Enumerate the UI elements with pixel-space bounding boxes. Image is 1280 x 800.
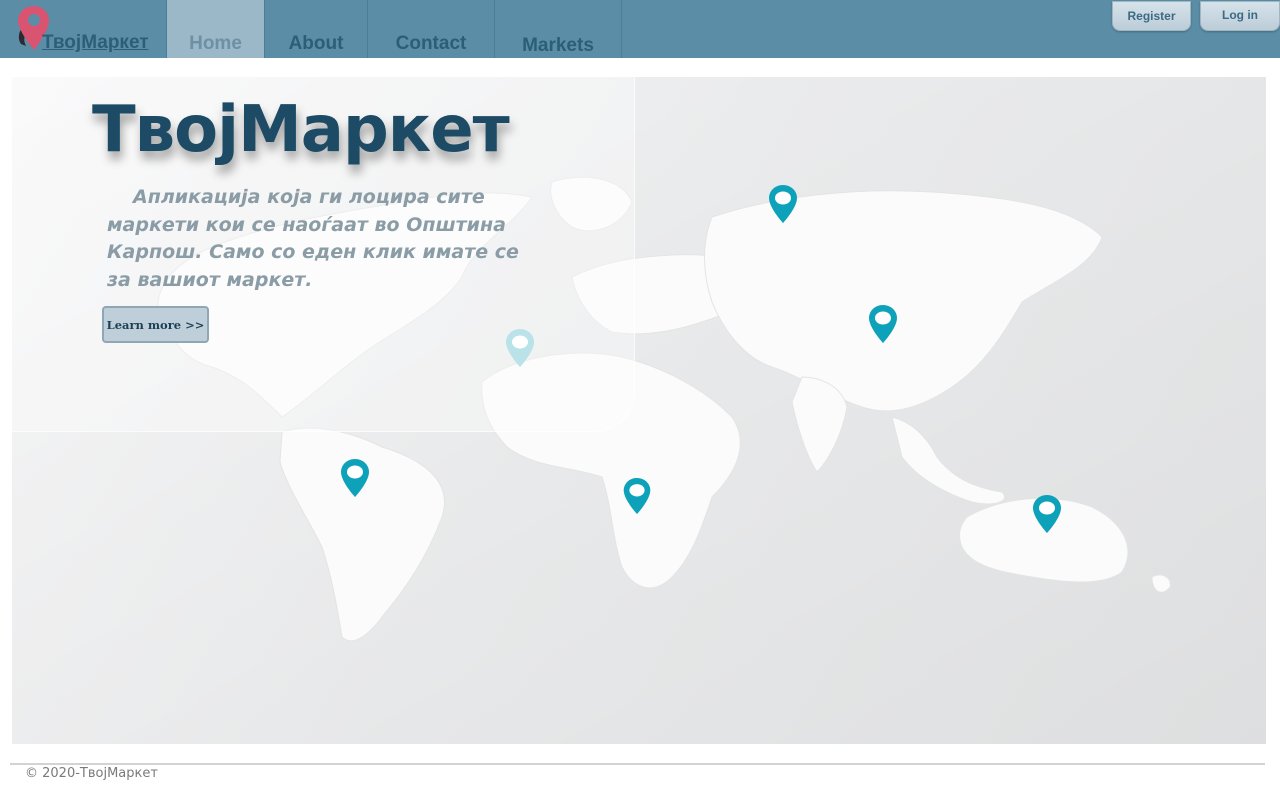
- brand-link[interactable]: ТвојМаркет: [0, 0, 166, 58]
- map-pin-icon[interactable]: [768, 184, 798, 224]
- nav-contact[interactable]: Contact: [368, 0, 495, 58]
- map-pin-icon[interactable]: [868, 304, 898, 344]
- top-navbar: ТвојМаркет Home About Contact Markets Re…: [0, 0, 1280, 58]
- nav-home[interactable]: Home: [166, 0, 265, 58]
- map-pin-icon[interactable]: [505, 328, 535, 368]
- nav-contact-label: Contact: [395, 33, 467, 54]
- nav-markets-label: Markets: [522, 35, 594, 56]
- nav-markets[interactable]: Markets: [495, 0, 622, 58]
- brand-name: ТвојМаркет: [42, 32, 149, 53]
- hero-title: ТвојМаркет: [92, 93, 510, 167]
- footer-divider: [10, 763, 1265, 765]
- hero-section: ТвојМаркет Апликација која ги лоцира сит…: [12, 77, 1266, 744]
- nav-home-label: Home: [189, 33, 242, 54]
- footer-copyright: © 2020-ТвојМаркет: [25, 766, 158, 781]
- nav-about[interactable]: About: [265, 0, 368, 58]
- learn-more-button[interactable]: Learn more >>: [102, 306, 209, 343]
- map-pin-icon[interactable]: [1032, 494, 1062, 534]
- hero-description: Апликација која ги лоцира сите маркети к…: [107, 186, 519, 291]
- register-button[interactable]: Register: [1112, 1, 1191, 31]
- map-pin-icon[interactable]: [340, 458, 370, 498]
- login-button[interactable]: Log in: [1200, 1, 1280, 31]
- map-pin-icon[interactable]: [622, 477, 652, 515]
- nav-about-label: About: [288, 33, 344, 54]
